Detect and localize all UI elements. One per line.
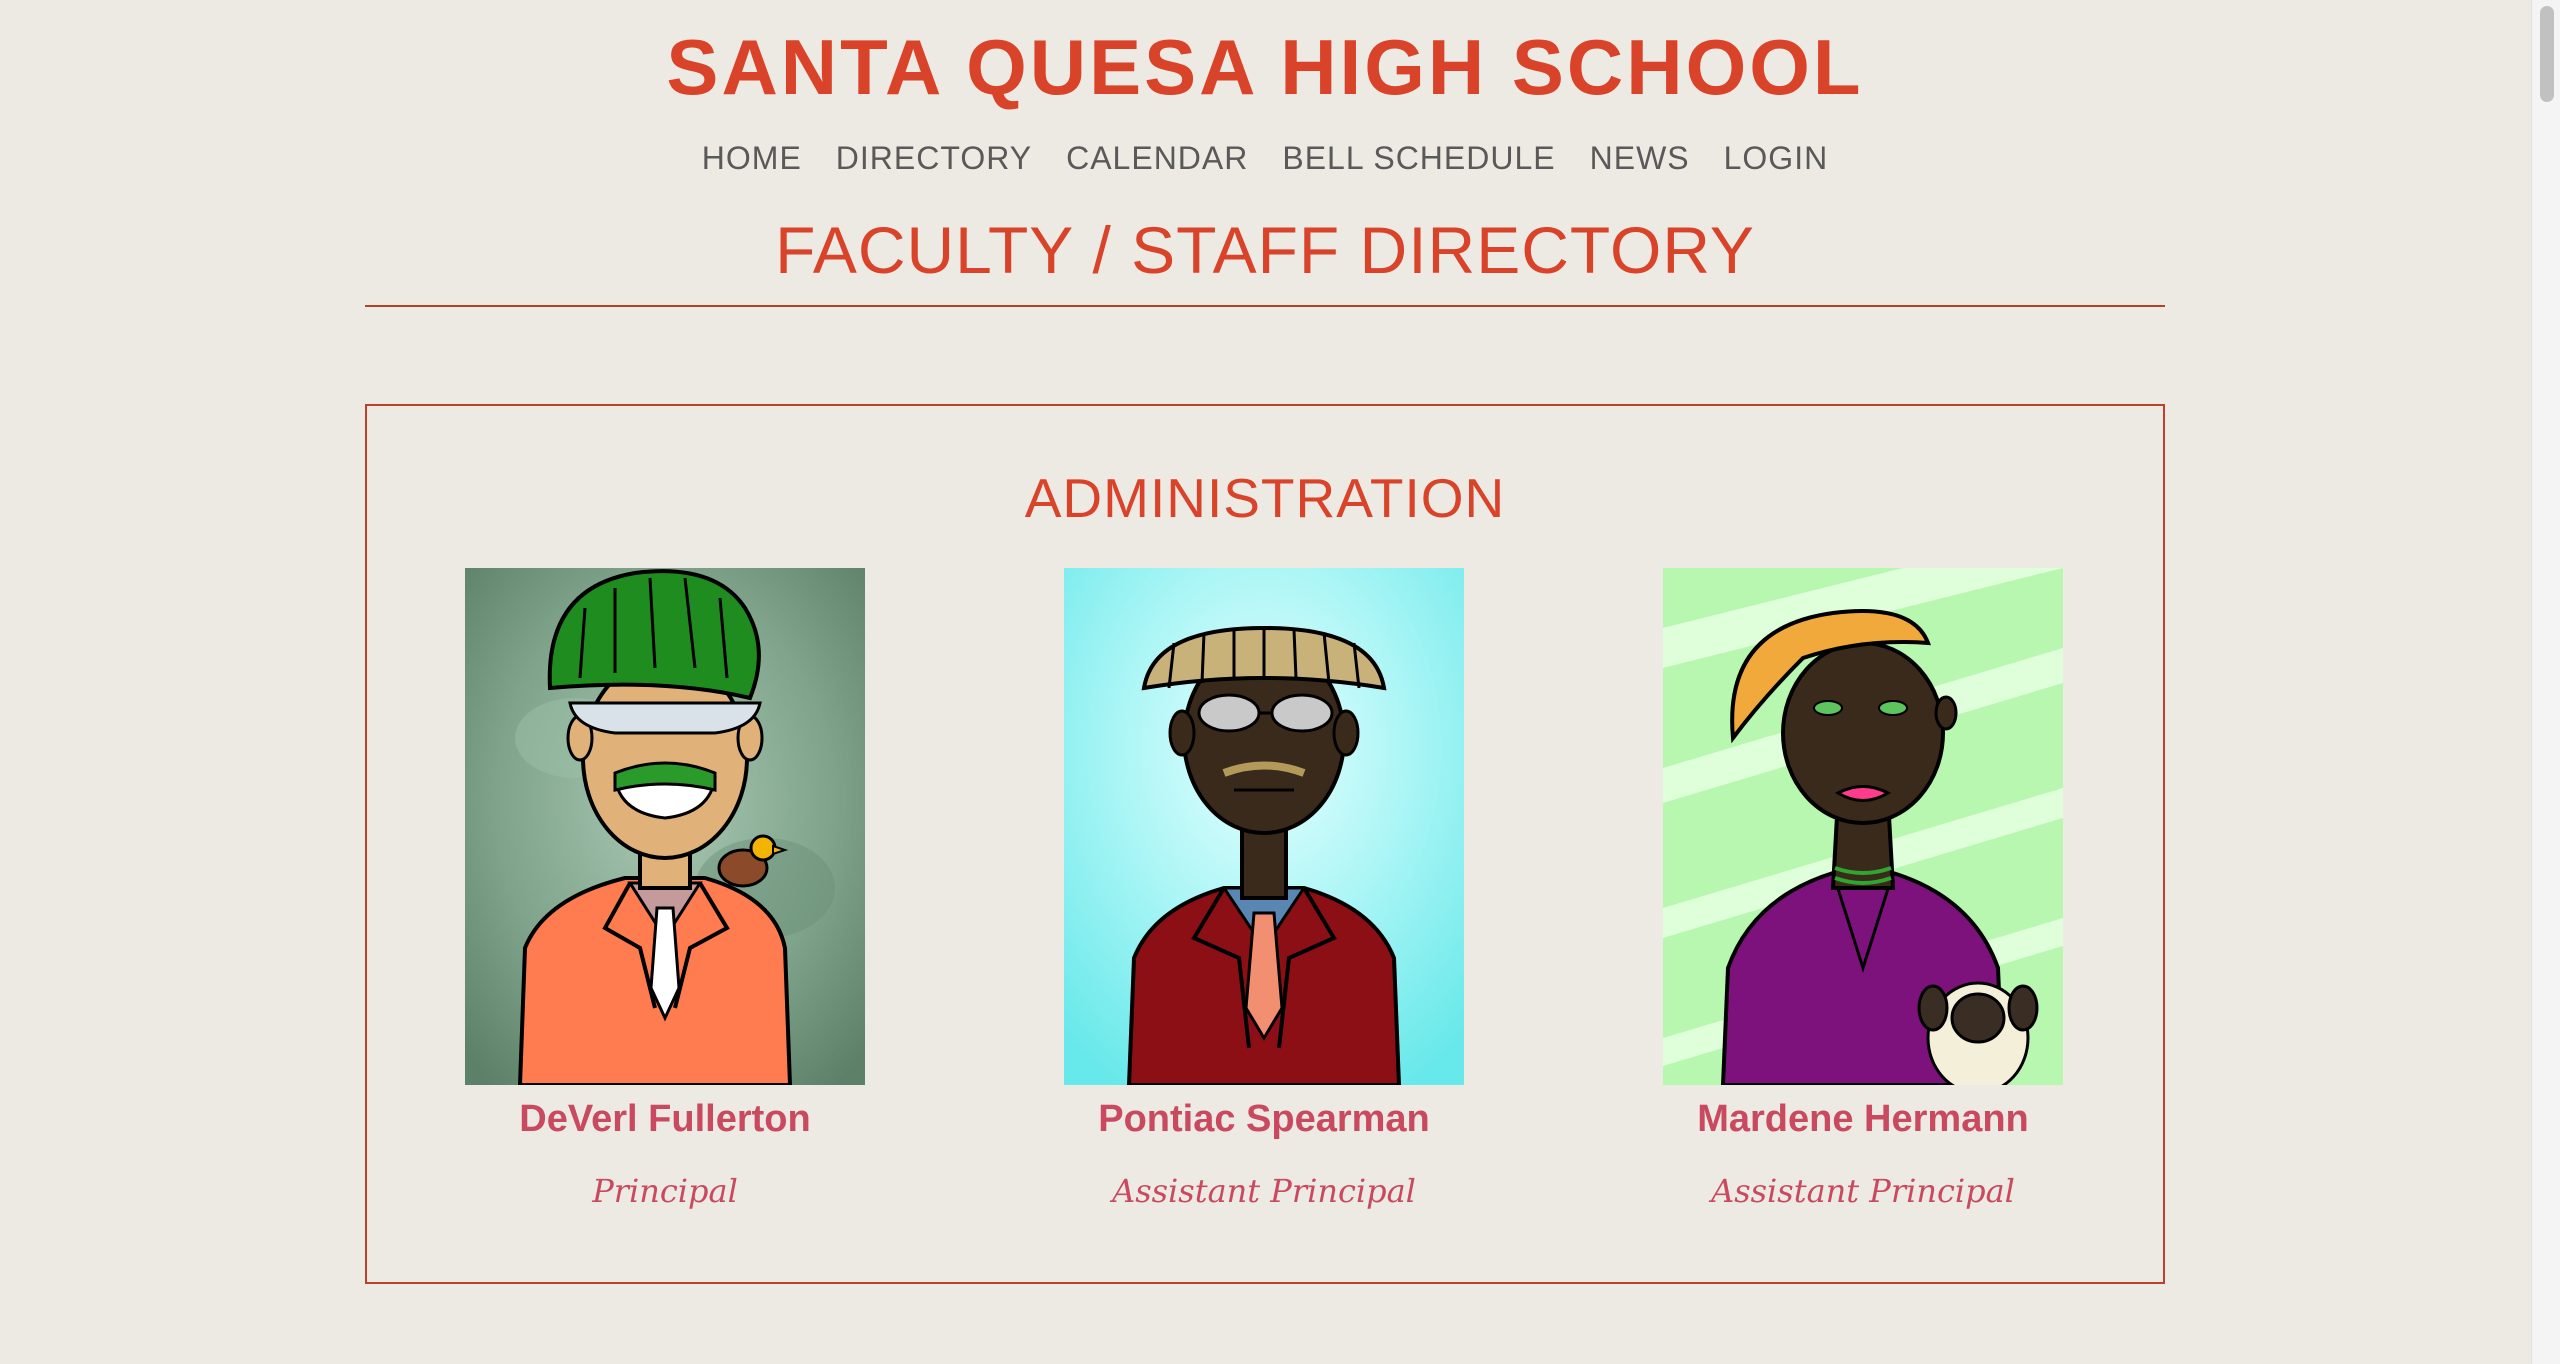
title-divider: [365, 305, 2165, 307]
nav-news-link[interactable]: NEWS: [1590, 140, 1690, 177]
staff-name[interactable]: Pontiac Spearman: [964, 1098, 1564, 1141]
staff-card: DeVerl Fullerton Principal: [465, 568, 865, 1210]
section-title: ADMINISTRATION: [1024, 467, 1506, 529]
page-title: FACULTY / STAFF DIRECTORY: [775, 213, 1755, 287]
nav-directory-link[interactable]: DIRECTORY: [836, 140, 1032, 177]
nav-bell-schedule-link[interactable]: BELL SCHEDULE: [1282, 140, 1555, 177]
site-title: SANTA QUESA HIGH SCHOOL: [666, 23, 1864, 111]
staff-name[interactable]: Mardene Hermann: [1563, 1098, 2163, 1141]
staff-portrait[interactable]: [1663, 568, 2063, 1085]
main-nav: HOME DIRECTORY CALENDAR BELL SCHEDULE NE…: [0, 140, 2530, 177]
vertical-scrollbar[interactable]: [2531, 0, 2560, 1364]
nav-login-link[interactable]: LOGIN: [1724, 140, 1829, 177]
staff-role: Assistant Principal: [1112, 1172, 1416, 1210]
staff-name[interactable]: DeVerl Fullerton: [365, 1098, 965, 1141]
staff-card: Mardene Hermann Assistant Principal: [1663, 568, 2063, 1210]
staff-portrait[interactable]: [465, 568, 865, 1085]
staff-role: Assistant Principal: [1711, 1172, 2015, 1210]
administration-section: ADMINISTRATION DeVerl Fullerton Principa…: [365, 404, 2165, 1284]
staff-portrait[interactable]: [1064, 568, 1464, 1085]
nav-calendar-link[interactable]: CALENDAR: [1066, 140, 1248, 177]
nav-home-link[interactable]: HOME: [702, 140, 802, 177]
staff-role: Principal: [592, 1172, 738, 1210]
staff-card: Pontiac Spearman Assistant Principal: [1064, 568, 1464, 1210]
scrollbar-thumb[interactable]: [2540, 6, 2554, 102]
